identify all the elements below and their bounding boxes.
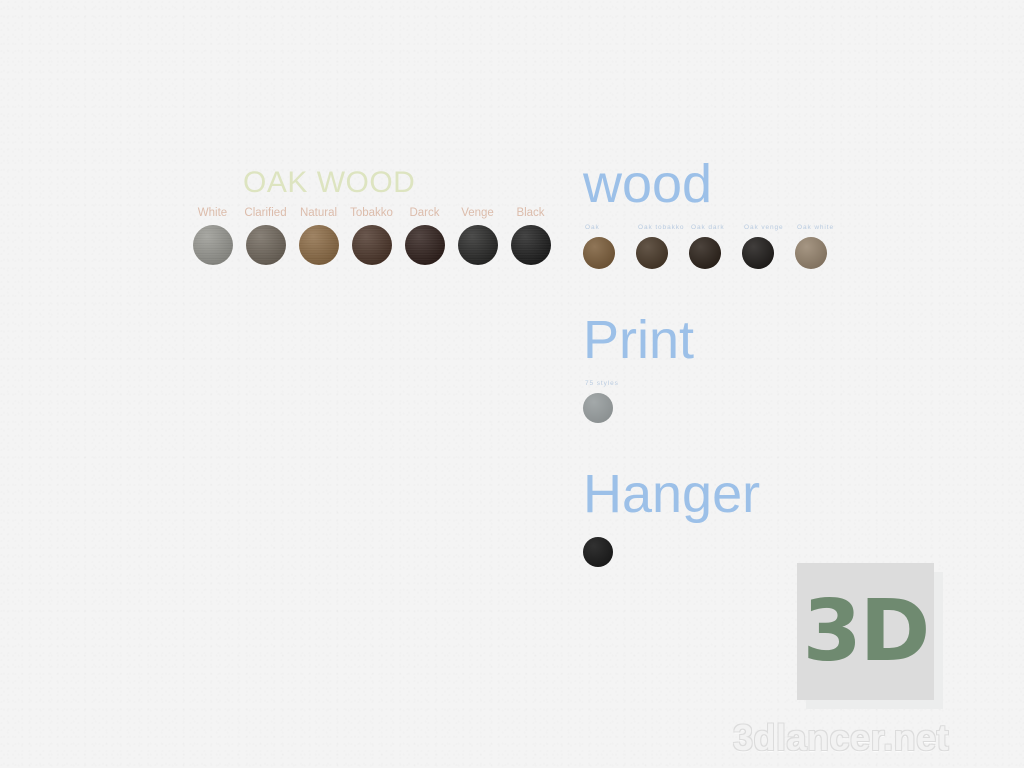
swatch-dot[interactable] [583, 537, 613, 567]
swatch-wood-oak[interactable]: Oak [583, 223, 636, 269]
swatch-oak-clarified[interactable]: Clarified [239, 206, 292, 265]
swatch-dot[interactable] [510, 225, 551, 265]
swatch-dot[interactable] [351, 225, 392, 265]
swatch-dot[interactable] [689, 237, 721, 269]
swatch-label: Venge [461, 207, 494, 219]
print-swatch-row: 75 styles [583, 379, 848, 423]
swatch-oak-black[interactable]: Black [504, 206, 557, 265]
oak-wood-title: OAK WOOD [243, 166, 416, 199]
swatch-label: Tobakko [350, 207, 393, 219]
logo-3d-text: 3D [802, 582, 931, 681]
swatch-dot[interactable] [795, 237, 827, 269]
oak-wood-panel: OAK WOOD White Clarified Natural Tobakko… [186, 166, 557, 265]
swatch-wood-oak-venge[interactable]: Oak venge [742, 223, 795, 269]
hanger-heading: Hanger [583, 464, 761, 524]
swatch-wood-oak-tobakko[interactable]: Oak tobakko [636, 223, 689, 269]
swatch-label: Black [516, 207, 545, 219]
swatch-label: Oak [585, 224, 600, 231]
swatch-dot[interactable] [583, 237, 615, 269]
swatch-print-styles[interactable]: 75 styles [583, 379, 636, 423]
swatch-wood-oak-white[interactable]: Oak white [795, 223, 848, 269]
right-panel: wood Oak Oak tobakko Oak dark Oak venge … [583, 155, 848, 567]
swatch-oak-tobakko[interactable]: Tobakko [345, 206, 398, 265]
swatch-oak-white[interactable]: White [186, 206, 239, 265]
swatch-label: Oak venge [744, 224, 784, 231]
swatch-label: Natural [299, 207, 338, 219]
wood-swatch-row: Oak Oak tobakko Oak dark Oak venge Oak w… [583, 223, 848, 269]
print-section: Print 75 styles [583, 311, 848, 423]
swatch-dot[interactable] [298, 225, 339, 265]
swatch-oak-natural[interactable]: Natural [292, 206, 345, 265]
swatch-dot[interactable] [457, 225, 498, 265]
swatch-dot[interactable] [404, 225, 445, 265]
swatch-wood-oak-dark[interactable]: Oak dark [689, 223, 742, 269]
swatch-dot[interactable] [742, 237, 774, 269]
swatch-dot[interactable] [245, 225, 286, 265]
swatch-label: Oak dark [691, 224, 725, 231]
swatch-dot[interactable] [192, 225, 233, 265]
watermark-3dlancer: 3dlancer.net [733, 717, 950, 758]
swatch-label: Clarified [244, 207, 287, 219]
wood-heading: wood [583, 154, 713, 214]
swatch-label: White [197, 207, 228, 219]
swatch-oak-darck[interactable]: Darck [398, 206, 451, 265]
swatch-label: Darck [409, 207, 440, 219]
logo-3d: 3D [797, 563, 943, 709]
swatch-label: Oak white [797, 224, 835, 231]
swatch-hanger-black[interactable] [583, 533, 636, 567]
swatch-dot[interactable] [583, 393, 613, 423]
swatch-label: Oak tobakko [638, 224, 685, 231]
swatch-label: 75 styles [585, 380, 619, 387]
hanger-section: Hanger [583, 465, 848, 567]
print-heading: Print [583, 310, 695, 370]
swatch-dot[interactable] [636, 237, 668, 269]
logo-3d-square: 3D [797, 563, 934, 700]
swatch-oak-venge[interactable]: Venge [451, 206, 504, 265]
wood-section: wood Oak Oak tobakko Oak dark Oak venge … [583, 155, 848, 269]
hanger-swatch-row [583, 533, 848, 567]
oak-wood-swatch-row: White Clarified Natural Tobakko Darck Ve… [186, 206, 557, 265]
